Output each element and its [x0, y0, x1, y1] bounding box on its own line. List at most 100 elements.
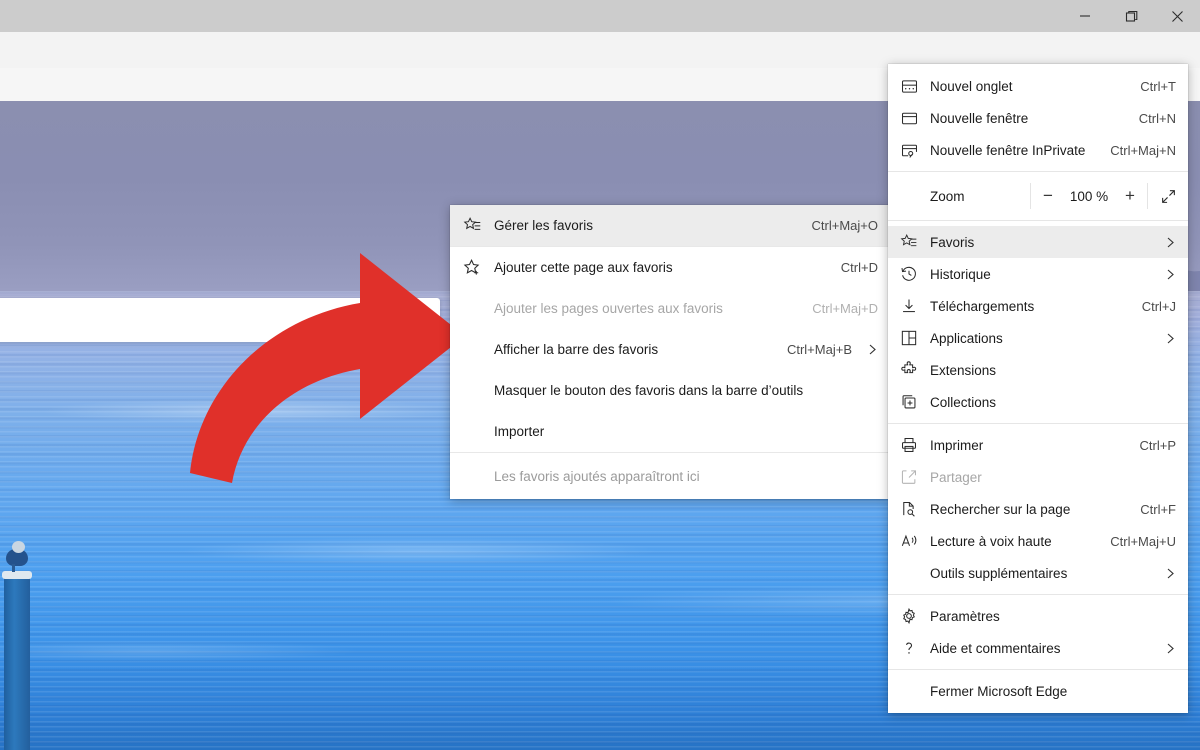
menu-separator: [888, 423, 1188, 424]
menu-item-label: Imprimer: [930, 437, 984, 453]
menu-item-label: Ajouter les pages ouvertes aux favoris: [494, 301, 723, 316]
menu-item-label: Rechercher sur la page: [930, 501, 1071, 517]
question-mark-icon: [888, 639, 930, 657]
menu-item-label: Téléchargements: [930, 298, 1035, 314]
chevron-right-icon: [860, 343, 878, 356]
chevron-right-icon: [1158, 236, 1176, 249]
menu-item-help-and-feedback[interactable]: Aide et commentaires: [888, 632, 1188, 664]
favorites-star-list-icon: [888, 233, 930, 251]
menu-item-label: Fermer Microsoft Edge: [930, 683, 1068, 699]
menu-item-label: Historique: [930, 266, 991, 282]
menu-item-apps[interactable]: Applications: [888, 322, 1188, 354]
menu-item-favorites[interactable]: Favoris: [888, 226, 1188, 258]
menu-separator: [888, 220, 1188, 221]
menu-item-label: Masquer le bouton des favoris dans la ba…: [494, 383, 804, 398]
menu-separator: [888, 669, 1188, 670]
menu-item-print[interactable]: Imprimer Ctrl+P: [888, 429, 1188, 461]
favorites-star-list-icon: [450, 216, 494, 235]
menu-item-new-inprivate-window[interactable]: Nouvelle fenêtre InPrivate Ctrl+Maj+N: [888, 134, 1188, 166]
menu-item-show-favorites-bar[interactable]: Afficher la barre des favoris Ctrl+Maj+B: [450, 329, 890, 370]
gear-icon: [888, 607, 930, 625]
menu-item-shortcut: Ctrl+Maj+B: [786, 342, 852, 357]
menu-separator: [888, 171, 1188, 172]
menu-item-shortcut: Ctrl+D: [840, 260, 878, 275]
favorites-submenu: Gérer les favoris Ctrl+Maj+O Ajouter cet…: [450, 205, 890, 499]
zoom-out-button[interactable]: −: [1031, 179, 1065, 213]
menu-item-new-tab[interactable]: Nouvel onglet Ctrl+T: [888, 70, 1188, 102]
menu-item-collections[interactable]: Collections: [888, 386, 1188, 418]
new-tab-icon: [888, 78, 930, 95]
menu-item-hide-favorites-button[interactable]: Masquer le bouton des favoris dans la ba…: [450, 370, 890, 411]
download-arrow-icon: [888, 297, 930, 315]
inprivate-window-icon: [888, 142, 930, 159]
menu-item-shortcut: Ctrl+F: [1140, 501, 1176, 517]
read-aloud-icon: [888, 532, 930, 550]
red-arrow-annotation: [170, 241, 480, 491]
collections-icon: [888, 393, 930, 411]
menu-item-label: Nouvelle fenêtre InPrivate: [930, 142, 1086, 158]
find-page-icon: [888, 500, 930, 518]
fullscreen-button[interactable]: [1148, 179, 1188, 213]
new-window-icon: [888, 110, 930, 127]
share-icon: [888, 468, 930, 486]
menu-item-label: Nouvelle fenêtre: [930, 110, 1029, 126]
minimize-button[interactable]: [1062, 0, 1108, 32]
maximize-button[interactable]: [1108, 0, 1154, 32]
menu-item-new-window[interactable]: Nouvelle fenêtre Ctrl+N: [888, 102, 1188, 134]
chevron-right-icon: [1158, 332, 1176, 345]
menu-item-label: Favoris: [930, 234, 975, 250]
menu-item-label: Partager: [930, 469, 982, 485]
settings-and-more-menu: Nouvel onglet Ctrl+T Nouvelle fenêtre Ct…: [888, 64, 1188, 713]
menu-item-more-tools[interactable]: Outils supplémentaires: [888, 557, 1188, 589]
zoom-control-row: Zoom − 100 % +: [888, 177, 1188, 215]
menu-item-close-edge[interactable]: Fermer Microsoft Edge: [888, 675, 1188, 707]
menu-item-shortcut: Ctrl+Maj+O: [811, 218, 878, 233]
menu-item-label: Lecture à voix haute: [930, 533, 1052, 549]
menu-item-add-open-pages: Ajouter les pages ouvertes aux favoris C…: [450, 288, 890, 329]
mooring-post: [4, 576, 30, 750]
menu-item-downloads[interactable]: Téléchargements Ctrl+J: [888, 290, 1188, 322]
printer-icon: [888, 436, 930, 454]
menu-item-find-on-page[interactable]: Rechercher sur la page Ctrl+F: [888, 493, 1188, 525]
close-button[interactable]: [1154, 0, 1200, 32]
favorites-empty-message: Les favoris ajoutés apparaîtront ici: [494, 468, 700, 484]
menu-item-label: Extensions: [930, 362, 997, 378]
menu-item-label: Paramètres: [930, 608, 1000, 624]
menu-item-label: Importer: [494, 424, 545, 439]
zoom-label: Zoom: [930, 188, 965, 204]
menu-item-label: Applications: [930, 330, 1003, 346]
menu-item-import[interactable]: Importer: [450, 411, 890, 452]
history-clock-icon: [888, 265, 930, 283]
window-controls: [1062, 0, 1200, 32]
menu-item-extensions[interactable]: Extensions: [888, 354, 1188, 386]
menu-item-label: Outils supplémentaires: [930, 565, 1068, 581]
add-favorite-star-icon: [450, 258, 494, 277]
browser-window: ... eb: [0, 0, 1200, 750]
menu-separator: [888, 594, 1188, 595]
zoom-in-button[interactable]: +: [1113, 179, 1147, 213]
menu-item-manage-favorites[interactable]: Gérer les favoris Ctrl+Maj+O: [450, 205, 890, 246]
chevron-right-icon: [1158, 567, 1176, 580]
menu-item-shortcut: Ctrl+J: [1141, 298, 1176, 314]
menu-item-read-aloud[interactable]: Lecture à voix haute Ctrl+Maj+U: [888, 525, 1188, 557]
menu-item-shortcut: Ctrl+P: [1139, 437, 1176, 453]
menu-item-shortcut: Ctrl+Maj+D: [812, 301, 878, 316]
menu-item-shortcut: Ctrl+N: [1138, 110, 1176, 126]
browser-toolbar: ...: [0, 32, 1200, 98]
menu-item-settings[interactable]: Paramètres: [888, 600, 1188, 632]
menu-item-add-this-page[interactable]: Ajouter cette page aux favoris Ctrl+D: [450, 247, 890, 288]
chevron-right-icon: [1158, 642, 1176, 655]
menu-item-label: Afficher la barre des favoris: [494, 342, 659, 357]
seagull-head: [12, 541, 25, 553]
extensions-puzzle-icon: [888, 361, 930, 379]
apps-grid-icon: [888, 329, 930, 347]
menu-item-share: Partager: [888, 461, 1188, 493]
chevron-right-icon: [1158, 268, 1176, 281]
title-bar: [0, 0, 1200, 32]
menu-item-label: Gérer les favoris: [494, 218, 594, 233]
menu-item-label: Ajouter cette page aux favoris: [494, 260, 673, 275]
menu-item-shortcut: Ctrl+T: [1140, 78, 1176, 94]
menu-item-label: Collections: [930, 394, 997, 410]
zoom-value: 100 %: [1069, 188, 1109, 204]
menu-item-history[interactable]: Historique: [888, 258, 1188, 290]
